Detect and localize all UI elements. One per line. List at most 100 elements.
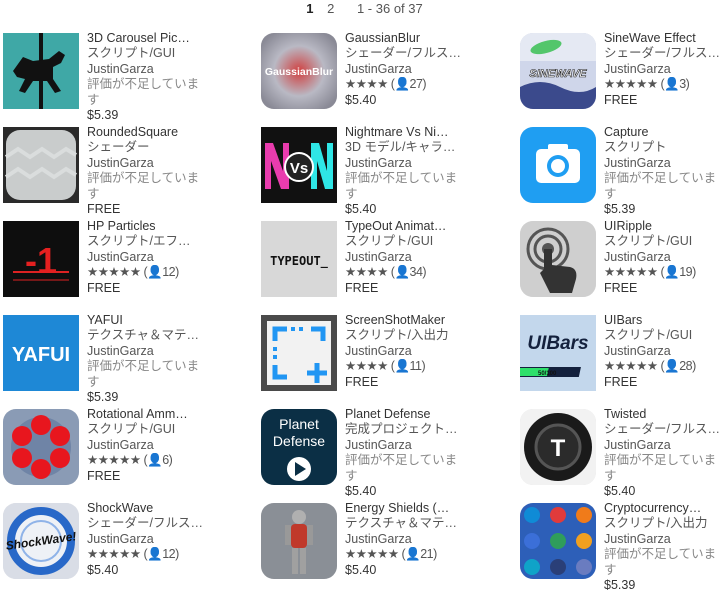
typeout-icon[interactable]: TYPEOUT_ bbox=[261, 221, 337, 297]
asset-publisher[interactable]: JustinGarza bbox=[604, 62, 722, 77]
asset-card[interactable]: ShockWave! ShockWave シェーダー/フルス… JustinGa… bbox=[3, 501, 253, 595]
rating-note: 評価が不足しています bbox=[345, 171, 458, 201]
gaussian-blur-icon[interactable]: GaussianBlur bbox=[261, 33, 337, 109]
asset-title[interactable]: HP Particles bbox=[87, 219, 205, 234]
asset-card[interactable]: UIRipple スクリプト/GUI JustinGarza ★★★★★ (👤1… bbox=[520, 219, 724, 313]
asset-category[interactable]: テクスチャ＆マテ… bbox=[87, 328, 205, 343]
energy-shields-icon[interactable] bbox=[261, 503, 337, 579]
asset-category[interactable]: シェーダー/フルス… bbox=[345, 46, 463, 61]
asset-publisher[interactable]: JustinGarza bbox=[345, 532, 463, 547]
asset-title[interactable]: Cryptocurrency… bbox=[604, 501, 722, 516]
asset-card[interactable]: GaussianBlur GaussianBlur シェーダー/フルス… Jus… bbox=[261, 31, 511, 125]
asset-publisher[interactable]: JustinGarza bbox=[345, 62, 463, 77]
asset-category[interactable]: 完成プロジェクト… bbox=[345, 422, 463, 437]
asset-card[interactable]: SINEWAVE SineWave Effect シェーダー/フルス… Just… bbox=[520, 31, 724, 125]
asset-category[interactable]: スクリプト/GUI bbox=[604, 328, 722, 343]
asset-publisher[interactable]: JustinGarza bbox=[604, 532, 722, 547]
asset-card[interactable]: TYPEOUT_ TypeOut Animat… スクリプト/GUI Justi… bbox=[261, 219, 511, 313]
asset-category[interactable]: スクリプト bbox=[604, 140, 722, 155]
hp-particles-icon[interactable]: -1 bbox=[3, 221, 79, 297]
asset-publisher[interactable]: JustinGarza bbox=[87, 438, 205, 453]
svg-text:TYPEOUT_: TYPEOUT_ bbox=[270, 254, 329, 269]
asset-title[interactable]: UIRipple bbox=[604, 219, 722, 234]
screenshot-icon[interactable] bbox=[261, 315, 337, 391]
asset-title[interactable]: Energy Shields (… bbox=[345, 501, 463, 516]
asset-publisher[interactable]: JustinGarza bbox=[604, 156, 722, 171]
asset-publisher[interactable]: JustinGarza bbox=[87, 156, 205, 171]
asset-card[interactable]: Energy Shields (… テクスチャ＆マテ… JustinGarza … bbox=[261, 501, 511, 595]
yafui-icon[interactable]: YAFUI bbox=[3, 315, 79, 391]
shockwave-icon[interactable]: ShockWave! bbox=[3, 503, 79, 579]
asset-category[interactable]: シェーダー/フルス… bbox=[604, 422, 722, 437]
asset-card[interactable]: ScreenShotMaker スクリプト/入出力 JustinGarza ★★… bbox=[261, 313, 511, 407]
sinewave-icon[interactable]: SINEWAVE bbox=[520, 33, 596, 109]
asset-title[interactable]: Twisted bbox=[604, 407, 722, 422]
asset-category[interactable]: スクリプト/GUI bbox=[87, 422, 205, 437]
rating-note: 評価が不足しています bbox=[87, 77, 200, 107]
asset-publisher[interactable]: JustinGarza bbox=[604, 250, 722, 265]
asset-card[interactable]: Cryptocurrency… スクリプト/入出力 JustinGarza 評価… bbox=[520, 501, 724, 595]
asset-title[interactable]: Planet Defense bbox=[345, 407, 463, 422]
asset-category[interactable]: シェーダー/フルス… bbox=[604, 46, 722, 61]
asset-title[interactable]: SineWave Effect bbox=[604, 31, 722, 46]
asset-category[interactable]: スクリプト/入出力 bbox=[345, 328, 463, 343]
asset-title[interactable]: GaussianBlur bbox=[345, 31, 463, 46]
asset-publisher[interactable]: JustinGarza bbox=[604, 344, 722, 359]
rating-note: 評価が不足しています bbox=[87, 359, 200, 389]
rotational-ammo-icon[interactable] bbox=[3, 409, 79, 485]
touch-ripple-icon[interactable] bbox=[520, 221, 596, 297]
asset-rating: ★★★★ (👤34) bbox=[345, 265, 427, 280]
asset-category[interactable]: スクリプト/入出力 bbox=[604, 516, 722, 531]
asset-card[interactable]: UIBars 50/100 UIBars スクリプト/GUI JustinGar… bbox=[520, 313, 724, 407]
svg-text:YAFUI: YAFUI bbox=[12, 344, 70, 366]
asset-publisher[interactable]: JustinGarza bbox=[345, 438, 463, 453]
asset-rating: ★★★★★ (👤6) bbox=[87, 453, 173, 468]
asset-card[interactable]: Capture スクリプト JustinGarza 評価が不足しています $5.… bbox=[520, 125, 724, 219]
rating-note: 評価が不足しています bbox=[87, 171, 200, 201]
asset-card[interactable]: Planet Defense Planet Defense 完成プロジェクト… … bbox=[261, 407, 511, 501]
asset-publisher[interactable]: JustinGarza bbox=[87, 250, 205, 265]
rounded-square-icon[interactable] bbox=[3, 127, 79, 203]
asset-category[interactable]: スクリプト/GUI bbox=[604, 234, 722, 249]
asset-publisher[interactable]: JustinGarza bbox=[345, 344, 463, 359]
asset-grid: 3D Carousel Pic… スクリプト/GUI JustinGarza 評… bbox=[0, 0, 724, 593]
asset-title[interactable]: Nightmare Vs Ni… bbox=[345, 125, 463, 140]
asset-card[interactable]: Rotational Amm… スクリプト/GUI JustinGarza ★★… bbox=[3, 407, 253, 501]
asset-publisher[interactable]: JustinGarza bbox=[87, 344, 205, 359]
asset-title[interactable]: ShockWave bbox=[87, 501, 205, 516]
asset-category[interactable]: スクリプト/エフ… bbox=[87, 234, 205, 249]
asset-publisher[interactable]: JustinGarza bbox=[345, 156, 463, 171]
asset-publisher[interactable]: JustinGarza bbox=[604, 438, 722, 453]
asset-title[interactable]: Capture bbox=[604, 125, 722, 140]
asset-card[interactable]: T Twisted シェーダー/フルス… JustinGarza 評価が不足して… bbox=[520, 407, 724, 501]
asset-category[interactable]: 3D モデル/キャラ… bbox=[345, 140, 463, 155]
asset-card[interactable]: RoundedSquare シェーダー JustinGarza 評価が不足してい… bbox=[3, 125, 253, 219]
asset-category[interactable]: シェーダー/フルス… bbox=[87, 516, 205, 531]
asset-title[interactable]: ScreenShotMaker bbox=[345, 313, 463, 328]
asset-title[interactable]: UIBars bbox=[604, 313, 722, 328]
asset-publisher[interactable]: JustinGarza bbox=[87, 62, 205, 77]
asset-title[interactable]: RoundedSquare bbox=[87, 125, 205, 140]
asset-category[interactable]: スクリプト/GUI bbox=[87, 46, 205, 61]
asset-title[interactable]: Rotational Amm… bbox=[87, 407, 205, 422]
asset-title[interactable]: 3D Carousel Pic… bbox=[87, 31, 205, 46]
asset-card[interactable]: -1 HP Particles スクリプト/エフ… JustinGarza ★★… bbox=[3, 219, 253, 313]
uibars-icon[interactable]: UIBars 50/100 bbox=[520, 315, 596, 391]
asset-price: $5.39 bbox=[604, 202, 636, 217]
asset-title[interactable]: YAFUI bbox=[87, 313, 205, 328]
planet-defense-icon[interactable]: Planet Defense bbox=[261, 409, 337, 485]
asset-category[interactable]: シェーダー bbox=[87, 140, 205, 155]
asset-publisher[interactable]: JustinGarza bbox=[87, 532, 205, 547]
asset-card[interactable]: 3D Carousel Pic… スクリプト/GUI JustinGarza 評… bbox=[3, 31, 253, 125]
asset-title[interactable]: TypeOut Animat… bbox=[345, 219, 463, 234]
carousel-horse-icon[interactable] bbox=[3, 33, 79, 109]
camera-icon[interactable] bbox=[520, 127, 596, 203]
asset-card[interactable]: Vs Nightmare Vs Ni… 3D モデル/キャラ… JustinGa… bbox=[261, 125, 511, 219]
asset-category[interactable]: テクスチャ＆マテ… bbox=[345, 516, 463, 531]
asset-publisher[interactable]: JustinGarza bbox=[345, 250, 463, 265]
asset-card[interactable]: YAFUI YAFUI テクスチャ＆マテ… JustinGarza 評価が不足し… bbox=[3, 313, 253, 407]
cryptocurrency-icon[interactable] bbox=[520, 503, 596, 579]
nightmare-vs-icon[interactable]: Vs bbox=[261, 127, 337, 203]
twisted-icon[interactable]: T bbox=[520, 409, 596, 485]
asset-category[interactable]: スクリプト/GUI bbox=[345, 234, 463, 249]
